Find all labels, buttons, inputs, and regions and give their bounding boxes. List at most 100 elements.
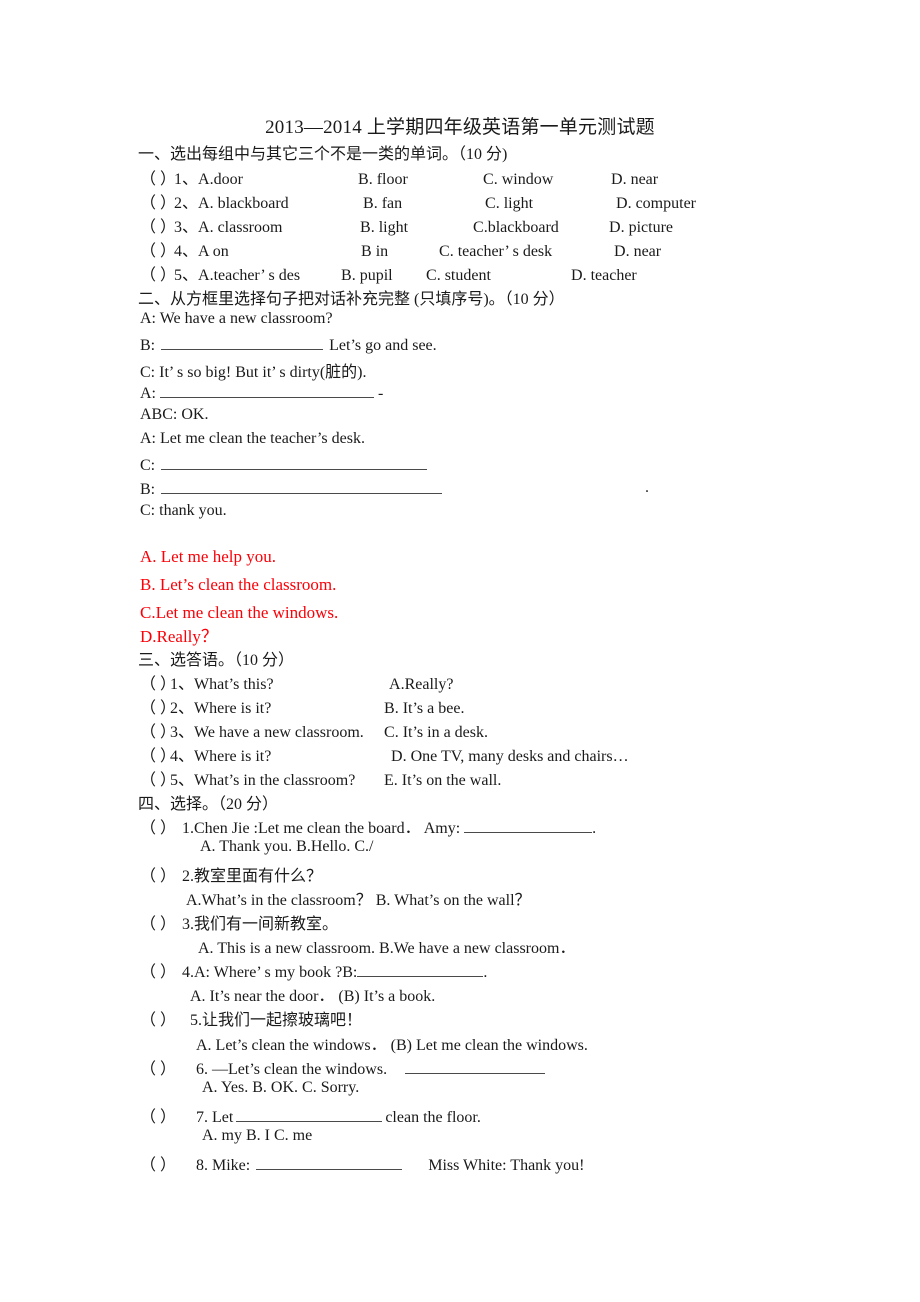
section-4-options[interactable]: A. This is a new classroom. B.We have a …: [198, 934, 575, 958]
option-c[interactable]: C. light: [485, 195, 616, 213]
answer-paren[interactable]: （ ）: [140, 189, 176, 213]
section-4-item: （ ） 6. —Let’s clean the windows.: [140, 1055, 546, 1079]
answer-paren[interactable]: （ ）: [140, 958, 182, 982]
dialogue-speaker: B:: [140, 481, 156, 498]
option-b[interactable]: B in: [361, 243, 439, 261]
option-c[interactable]: C. teacher’ s desk: [439, 243, 614, 261]
dialogue-line: B: Let’s go and see.: [140, 334, 437, 355]
dialogue-text: -: [378, 385, 384, 402]
section-4-options[interactable]: A. It’s near the door． (B) It’s a book.: [190, 982, 435, 1006]
answer-paren[interactable]: （ ）: [140, 862, 182, 886]
stem-tail: Miss White: Thank you!: [428, 1157, 585, 1174]
exam-page: 2013—2014 上学期四年级英语第一单元测试题 一、选出每组中与其它三个不是…: [0, 0, 920, 1302]
section-2-heading: 二、从方框里选择句子把对话补充完整 (只填序号)。（10 分）: [138, 291, 565, 308]
section-4-item: （ ） 1.Chen Jie :Let me clean the board． A…: [140, 814, 596, 838]
stem-tail: .: [483, 964, 488, 981]
section-3-heading: 三、选答语。（10 分）: [138, 652, 295, 669]
answer-blank[interactable]: [236, 1106, 383, 1122]
answer-option[interactable]: B. It’s a bee.: [384, 700, 464, 718]
question-stem: 2.教室里面有什么？: [182, 868, 323, 885]
option-c[interactable]: C.blackboard: [473, 219, 609, 237]
section-2-option[interactable]: D.Really？: [140, 622, 218, 647]
option-d[interactable]: D. near: [611, 171, 658, 189]
item-number: 4、: [174, 243, 199, 260]
section-4-item: （ ） 7. Let clean the floor.: [140, 1103, 481, 1127]
dialogue-line: C: thank you.: [140, 502, 227, 519]
answer-blank[interactable]: [160, 382, 374, 398]
question-text: What’s this?: [194, 676, 274, 693]
question-stem: 5.让我们一起擦玻璃吧！: [190, 1012, 363, 1029]
option-b[interactable]: B. pupil: [341, 267, 426, 285]
section-4-item: （ ） 4.A: Where’ s my book ?B:.: [140, 958, 487, 982]
item-number: 5、: [174, 267, 199, 284]
item-number: 1、: [170, 676, 195, 693]
answer-option[interactable]: C. It’s in a desk.: [384, 724, 488, 742]
answer-paren[interactable]: （ ）: [140, 165, 176, 189]
answer-paren[interactable]: （ ）: [140, 1055, 196, 1079]
option-b[interactable]: B. light: [360, 219, 473, 237]
question-stem: 7. Let: [196, 1109, 234, 1126]
answer-option[interactable]: A.Really?: [389, 676, 453, 694]
section-1-heading: 一、选出每组中与其它三个不是一类的单词。（10 分): [138, 146, 508, 163]
option-c[interactable]: C. window: [483, 171, 611, 189]
item-number: 2、: [174, 195, 199, 212]
option-b[interactable]: B. fan: [363, 195, 485, 213]
answer-blank[interactable]: [161, 478, 443, 494]
section-1-item: （ ）1、A.door B. floor C. window D. near: [140, 165, 658, 189]
section-2-option[interactable]: C.Let me clean the windows.: [140, 603, 338, 623]
item-number: 1、: [174, 171, 199, 188]
answer-paren[interactable]: （ ）: [140, 670, 176, 694]
option-d[interactable]: D. picture: [609, 219, 673, 237]
dialogue-line: A: Let me clean the teacher’s desk.: [140, 430, 365, 447]
answer-option[interactable]: E. It’s on the wall.: [384, 772, 501, 790]
option-a[interactable]: A on: [198, 243, 361, 261]
option-b[interactable]: B. floor: [358, 171, 483, 189]
section-4-options[interactable]: A. my B. I C. me: [202, 1127, 312, 1145]
answer-paren[interactable]: （ ）: [140, 694, 176, 718]
option-a[interactable]: A.teacher’ s des: [198, 267, 341, 285]
answer-paren[interactable]: （ ）: [140, 1103, 196, 1127]
answer-option[interactable]: D. One TV, many desks and chairs…: [391, 748, 629, 766]
answer-paren[interactable]: （ ）: [140, 910, 182, 934]
question-text: What’s in the classroom?: [194, 772, 356, 789]
answer-paren[interactable]: （ ）: [140, 718, 176, 742]
question-stem: 3.我们有一间新教室。: [182, 916, 339, 933]
answer-paren[interactable]: （ ）: [140, 237, 176, 261]
option-a[interactable]: A. classroom: [198, 219, 360, 237]
section-4-options[interactable]: A. Yes. B. OK. C. Sorry.: [202, 1079, 359, 1097]
item-number: 3、: [174, 219, 199, 236]
option-d[interactable]: D. computer: [616, 195, 696, 213]
answer-blank[interactable]: [256, 1154, 403, 1170]
answer-paren[interactable]: （ ）: [140, 742, 176, 766]
answer-paren[interactable]: （ ）: [140, 213, 176, 237]
question-stem: 4.A: Where’ s my book ?B:: [182, 964, 358, 981]
answer-paren[interactable]: （ ）: [140, 1006, 190, 1030]
item-number: 2、: [170, 700, 195, 717]
section-4-item: （ ） 2.教室里面有什么？: [140, 862, 322, 886]
section-3-item: （ ）5、What’s in the classroom? E. It’s on …: [140, 766, 501, 790]
section-4-item: （ ） 8. Mike: Miss White: Thank you!: [140, 1151, 585, 1175]
answer-blank[interactable]: [405, 1058, 546, 1074]
item-number: 5、: [170, 772, 195, 789]
section-4-options[interactable]: A. Let’s clean the windows． (B) Let me c…: [196, 1031, 588, 1055]
item-number: 3、: [170, 724, 195, 741]
answer-blank[interactable]: [161, 454, 428, 470]
answer-paren[interactable]: （ ）: [140, 261, 176, 285]
answer-paren[interactable]: （ ）: [140, 766, 176, 790]
option-a[interactable]: A.door: [198, 171, 358, 189]
question-text: We have a new classroom.: [194, 724, 364, 741]
section-2-option[interactable]: A. Let me help you.: [140, 547, 276, 567]
section-4-options[interactable]: A.What’s in the classroom？ B. What’s on …: [186, 886, 531, 910]
section-4-options[interactable]: A. Thank you. B.Hello. C./: [200, 838, 373, 856]
question-stem: 8. Mike:: [196, 1157, 251, 1174]
option-d[interactable]: D. teacher: [571, 267, 637, 285]
answer-blank[interactable]: [357, 961, 484, 977]
section-2-option[interactable]: B. Let’s clean the classroom.: [140, 575, 336, 595]
answer-paren[interactable]: （ ）: [140, 814, 182, 838]
answer-blank[interactable]: [464, 817, 593, 833]
answer-blank[interactable]: [161, 334, 324, 350]
option-c[interactable]: C. student: [426, 267, 571, 285]
answer-paren[interactable]: （ ）: [140, 1151, 196, 1175]
option-a[interactable]: A. blackboard: [198, 195, 363, 213]
option-d[interactable]: D. near: [614, 243, 661, 261]
